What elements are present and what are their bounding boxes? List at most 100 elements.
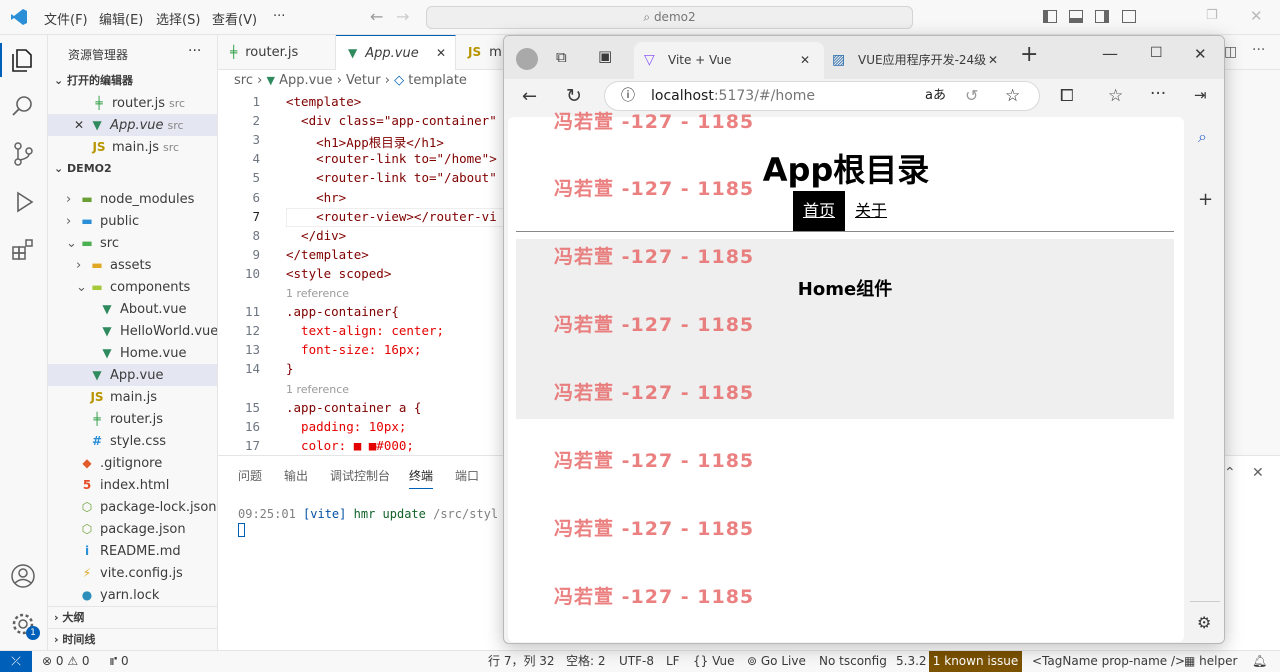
toggle-secondary-sidebar-icon[interactable] xyxy=(1095,10,1109,23)
code-line[interactable]: color: ■ ■#000; xyxy=(286,438,414,453)
file-tree-item[interactable]: ⚡ vite.config.js xyxy=(48,562,217,584)
code-line[interactable]: .app-container a { xyxy=(286,400,421,415)
account-icon[interactable] xyxy=(10,563,38,591)
toggle-sidebar-icon[interactable] xyxy=(1043,10,1057,23)
panel-tab[interactable]: 终端 xyxy=(409,467,434,489)
breadcrumb-vetur[interactable]: Vetur xyxy=(346,73,381,88)
file-tree-item[interactable]: ⬡ package-lock.json xyxy=(48,496,217,518)
panel-tab[interactable]: 端口 xyxy=(455,467,479,484)
add-icon[interactable]: + xyxy=(1198,189,1213,210)
outline-header[interactable]: › 大纲 xyxy=(48,606,217,628)
menu-file[interactable]: 文件(F) xyxy=(44,9,88,28)
code-line[interactable]: <style scoped> xyxy=(286,266,391,281)
run-debug-icon[interactable] xyxy=(10,189,38,217)
new-tab-button[interactable]: + xyxy=(1020,42,1038,67)
menu-more[interactable]: ··· xyxy=(273,9,285,24)
toggle-panel-icon[interactable] xyxy=(1069,10,1083,23)
tsconfig[interactable]: No tsconfig xyxy=(819,651,887,672)
cursor-position[interactable]: 行 7，列 32 xyxy=(488,651,555,672)
file-tree-item[interactable]: ▼ About.vue xyxy=(48,298,217,320)
nav-forward-icon[interactable]: → xyxy=(396,7,409,26)
more-actions-icon[interactable]: ··· xyxy=(1252,42,1265,58)
nav-about-link[interactable]: 关于 xyxy=(845,191,897,231)
ports-count[interactable]: ⑈ 0 xyxy=(110,651,129,672)
search-icon[interactable]: ⌕ xyxy=(1198,127,1207,147)
known-issue-badge[interactable]: 1 known issue xyxy=(929,651,1022,672)
code-line[interactable]: </div> xyxy=(286,228,346,243)
encoding[interactable]: UTF-8 xyxy=(619,651,654,672)
code-line[interactable]: font-size: 16px; xyxy=(286,342,421,357)
code-line[interactable]: padding: 10px; xyxy=(286,419,406,434)
code-line[interactable]: <hr> xyxy=(286,190,346,205)
remote-icon[interactable]: ⤫ xyxy=(0,651,32,672)
menu-edit[interactable]: 编辑(E) xyxy=(99,9,143,28)
menu-view[interactable]: 查看(V) xyxy=(212,9,257,28)
menu-select[interactable]: 选择(S) xyxy=(156,9,200,28)
tagname-hint[interactable]: <TagName prop-name /> xyxy=(1032,651,1185,672)
panel-tab[interactable]: 问题 xyxy=(238,467,262,484)
explorer-more-button[interactable]: ··· xyxy=(188,43,201,59)
back-icon[interactable]: ← xyxy=(522,86,537,107)
language-mode[interactable]: {} Vue xyxy=(693,651,734,672)
code-line[interactable]: </template> xyxy=(286,247,369,262)
file-tree-item[interactable]: ╪ router.js xyxy=(48,408,217,430)
restore-icon[interactable]: ❐ xyxy=(1206,8,1218,23)
code-line[interactable]: <router-link to="/home"> xyxy=(286,151,497,166)
file-tree-item[interactable]: › ▬ public xyxy=(48,210,217,232)
indentation[interactable]: 空格: 2 xyxy=(566,651,606,672)
close-panel-icon[interactable]: ✕ xyxy=(1252,465,1264,481)
code-line[interactable]: <h1>App根目录</h1> xyxy=(286,132,444,151)
code-editor[interactable]: 1 <template> 2 <div class="app-container" 3… xyxy=(218,92,504,455)
sidebar-toggle-icon[interactable]: ⇥ xyxy=(1194,86,1207,104)
editor-tab[interactable]: JS m xyxy=(456,35,506,70)
file-tree-item[interactable]: ⌄ ▬ components xyxy=(48,276,217,298)
file-tree-item[interactable]: ● yarn.lock xyxy=(48,584,217,606)
nav-home-link[interactable]: 首页 xyxy=(793,191,845,231)
explorer-icon[interactable] xyxy=(10,47,38,75)
open-editor-item[interactable]: ╪ router.js src xyxy=(48,92,217,114)
timeline-header[interactable]: › 时间线 xyxy=(48,628,217,650)
file-tree-item[interactable]: › ▬ node_modules xyxy=(48,188,217,210)
file-tree-item[interactable]: › ▬ assets xyxy=(48,254,217,276)
editor-tab[interactable]: ╪ router.js xyxy=(218,35,336,70)
editor-tab[interactable]: ▼ App.vue ✕ xyxy=(336,35,456,70)
code-line[interactable]: .app-container{ xyxy=(286,304,399,319)
favorites-icon[interactable]: ☆ xyxy=(1108,86,1123,106)
panel-tab[interactable]: 调试控制台 xyxy=(330,467,390,484)
breadcrumb-src[interactable]: src xyxy=(234,73,253,88)
file-tree-item[interactable]: # style.css xyxy=(48,430,217,452)
code-lens-reference[interactable]: 1 reference xyxy=(286,287,349,300)
source-control-icon[interactable] xyxy=(10,141,38,169)
file-tree-item[interactable]: i README.md xyxy=(48,540,217,562)
file-tree-item[interactable]: ▼ App.vue xyxy=(48,364,217,386)
panel-tab[interactable]: 输出 xyxy=(284,467,308,484)
code-line[interactable]: <router-link to="/about" xyxy=(286,170,497,185)
file-tree-item[interactable]: ▼ Home.vue xyxy=(48,342,217,364)
translate-icon[interactable]: ↺ xyxy=(965,82,978,110)
code-line[interactable]: } xyxy=(286,361,294,376)
extensions-puzzle-icon[interactable]: ⧠ xyxy=(1060,86,1074,106)
close-browser-icon[interactable]: ✕ xyxy=(1194,45,1207,63)
settings-icon[interactable]: ⚙ xyxy=(1197,613,1211,632)
code-lens-reference[interactable]: 1 reference xyxy=(286,383,349,396)
chevron-up-icon[interactable]: ⌃ xyxy=(1224,465,1236,481)
file-tree-item[interactable]: ▼ HelloWorld.vue xyxy=(48,320,217,342)
file-tree-item[interactable]: ⌄ ▬ src xyxy=(48,232,217,254)
close-editor-icon[interactable]: ✕ xyxy=(74,118,84,132)
favorite-star-icon[interactable]: ☆ xyxy=(1005,82,1020,110)
open-editor-item[interactable]: JS main.js src xyxy=(48,136,217,158)
close-window-icon[interactable]: ✕ xyxy=(1250,7,1263,25)
maximize-icon[interactable]: ☐ xyxy=(1150,45,1163,61)
notifications-icon[interactable]: 🔔︎ xyxy=(1252,651,1267,672)
file-tree-item[interactable]: 5 index.html xyxy=(48,474,217,496)
split-editor-icon[interactable]: ◫ xyxy=(1224,44,1237,60)
browser-tab-course[interactable]: ▨ VUE应用程序开发-24级 ✕ xyxy=(824,42,1006,79)
browser-tab-vite[interactable]: ▽ Vite + Vue ✕ xyxy=(634,42,824,79)
more-options-icon[interactable]: ··· xyxy=(1150,84,1166,104)
tab-actions-icon[interactable]: ▣ xyxy=(598,47,612,65)
eol[interactable]: LF xyxy=(666,651,680,672)
read-aloud-button[interactable]: aあ xyxy=(925,82,946,110)
workspaces-icon[interactable]: ⧉ xyxy=(556,48,567,66)
close-tab-icon[interactable]: ✕ xyxy=(436,36,446,71)
open-editor-item[interactable]: ✕ ▼ App.vue src xyxy=(48,114,217,136)
